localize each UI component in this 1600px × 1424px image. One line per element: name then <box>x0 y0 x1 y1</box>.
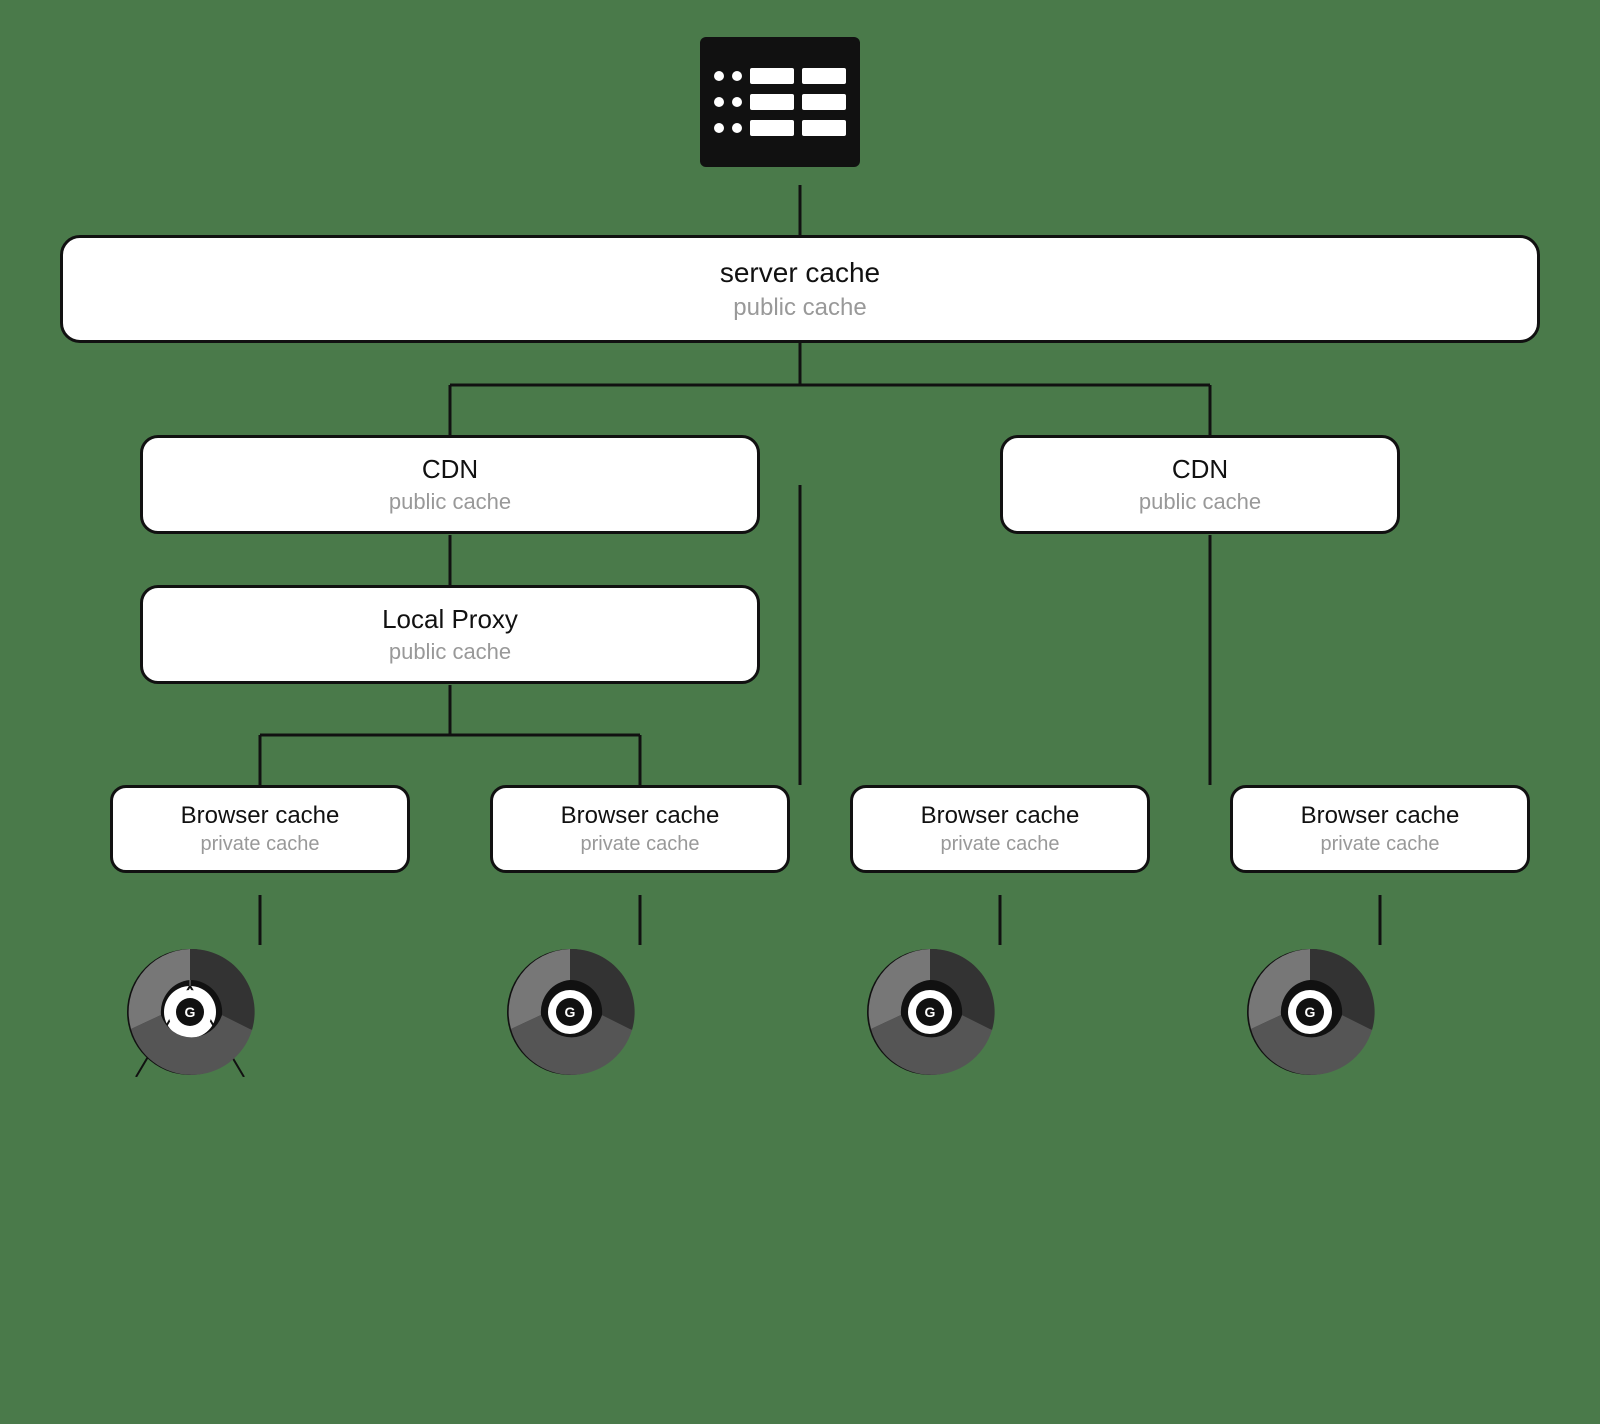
svg-text:G: G <box>185 1004 196 1020</box>
browser-cache-3: Browser cache private cache <box>850 785 1150 873</box>
browser-cache-1: Browser cache private cache <box>110 785 410 873</box>
chrome-icon-4: G <box>1245 947 1375 1082</box>
server-cache-box: server cache public cache <box>60 235 1540 343</box>
browser-cache-2: Browser cache private cache <box>490 785 790 873</box>
diagram: server cache public cache CDN public cac… <box>60 37 1540 1387</box>
cdn-left-box: CDN public cache <box>140 435 760 534</box>
chrome-icon-3: G <box>865 947 995 1082</box>
local-proxy-box: Local Proxy public cache <box>140 585 760 684</box>
svg-text:G: G <box>925 1004 936 1020</box>
chrome-icon-2: G <box>505 947 635 1082</box>
svg-text:G: G <box>565 1004 576 1020</box>
cdn-right-box: CDN public cache <box>1000 435 1400 534</box>
svg-text:G: G <box>1305 1004 1316 1020</box>
browser-cache-4: Browser cache private cache <box>1230 785 1530 873</box>
chrome-icon-1: G <box>125 947 255 1082</box>
server-icon <box>700 37 900 167</box>
